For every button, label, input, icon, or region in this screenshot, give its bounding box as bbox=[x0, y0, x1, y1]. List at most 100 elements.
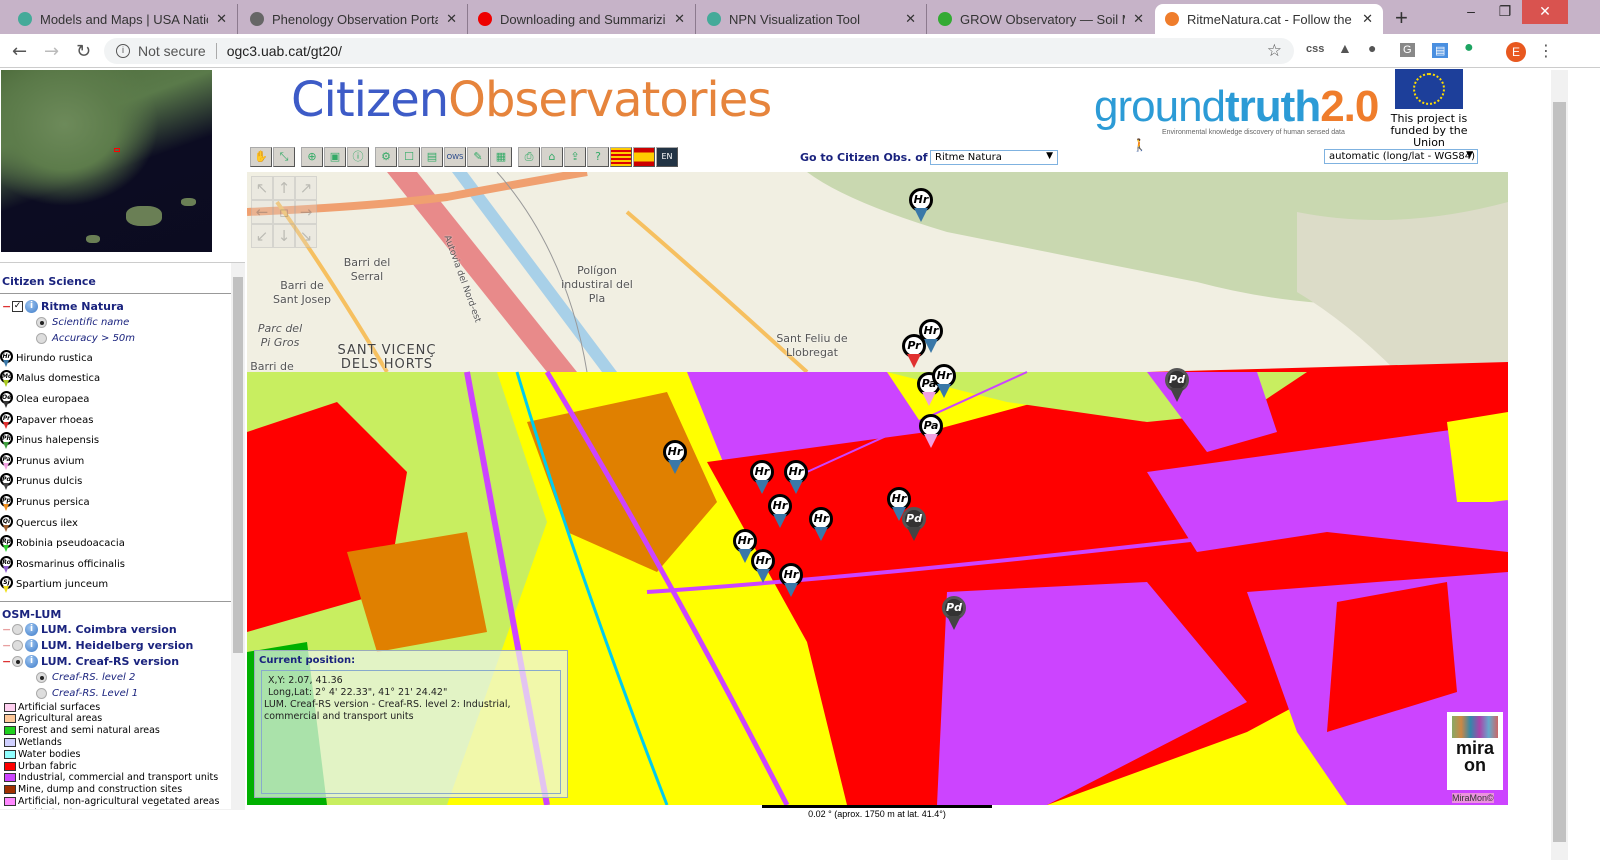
radio-button[interactable] bbox=[12, 639, 23, 651]
url-input[interactable]: i Not secure ogc3.uab.cat/gt20/ ☆ bbox=[104, 38, 1294, 64]
observation-marker[interactable]: Hr bbox=[779, 563, 803, 597]
lang-catalan-button[interactable]: CA bbox=[610, 147, 632, 167]
tab-close-icon[interactable]: ✕ bbox=[216, 11, 227, 27]
tab-close-icon[interactable]: ✕ bbox=[1133, 11, 1144, 27]
observation-marker[interactable]: Pd bbox=[1165, 368, 1189, 402]
back-icon[interactable]: ← bbox=[12, 41, 27, 62]
print-button[interactable]: ⎙ bbox=[518, 147, 540, 167]
query-info-button[interactable]: ⓘ bbox=[347, 147, 369, 167]
browser-tab[interactable]: Phenology Observation Porta ✕ bbox=[240, 4, 468, 34]
pan-n-icon[interactable]: ↑ bbox=[273, 176, 295, 200]
collapse-icon[interactable]: − bbox=[2, 639, 12, 652]
info-icon[interactable]: i bbox=[25, 654, 38, 668]
panel-scrollbar[interactable] bbox=[231, 263, 245, 810]
info-icon[interactable]: i bbox=[25, 299, 38, 313]
zoom-in-window-button[interactable]: ⊕ bbox=[301, 147, 323, 167]
window-close-button[interactable]: ✕ bbox=[1522, 0, 1568, 24]
overview-map[interactable] bbox=[1, 70, 212, 252]
menu-icon[interactable]: ⋮ bbox=[1538, 41, 1554, 60]
layer-checkbox[interactable]: ✓ bbox=[12, 300, 23, 312]
browser-tab[interactable]: Models and Maps | USA Natio ✕ bbox=[8, 4, 238, 34]
hangouts-extension-icon[interactable]: ● bbox=[1464, 39, 1474, 57]
pan-hand-button[interactable]: ✋ bbox=[250, 147, 272, 167]
g-extension-icon[interactable]: G bbox=[1400, 43, 1415, 57]
scroll-thumb[interactable] bbox=[1553, 102, 1566, 842]
observation-marker[interactable]: Pa bbox=[919, 414, 943, 448]
observation-marker[interactable]: Pd bbox=[942, 596, 966, 630]
observation-marker[interactable]: Pd bbox=[902, 507, 926, 541]
map-credit[interactable]: MiraMon© bbox=[1452, 793, 1494, 803]
current-position-panel[interactable]: Current position: X,Y: 2.07, 41.36 Long,… bbox=[254, 650, 568, 798]
scroll-thumb[interactable] bbox=[233, 277, 243, 653]
lum-layer-item[interactable]: − i LUM. Coimbra version bbox=[0, 621, 231, 637]
observation-marker[interactable]: Hr bbox=[768, 494, 792, 528]
layer-ritme-natura[interactable]: Ritme Natura bbox=[41, 300, 124, 313]
share-button[interactable]: ⇪ bbox=[564, 147, 586, 167]
groundtruth-logo[interactable]: groundtruth2.0 bbox=[1094, 82, 1379, 132]
info-icon[interactable]: i bbox=[116, 44, 130, 58]
radio-button[interactable] bbox=[36, 671, 47, 683]
lum-layer-item[interactable]: − i LUM. Creaf-RS version bbox=[0, 653, 231, 669]
reload-icon[interactable]: ↻ bbox=[76, 41, 91, 62]
observation-marker[interactable]: Hr bbox=[932, 364, 956, 398]
radio-button[interactable] bbox=[12, 655, 23, 667]
lang-spanish-button[interactable]: ES bbox=[633, 147, 655, 167]
page-scrollbar[interactable] bbox=[1551, 70, 1568, 860]
add-layer-button[interactable]: ✎ bbox=[467, 147, 489, 167]
info-icon[interactable]: i bbox=[25, 622, 38, 636]
radio-button[interactable] bbox=[36, 687, 47, 699]
info-icon[interactable]: i bbox=[25, 638, 38, 652]
tab-close-icon[interactable]: ✕ bbox=[446, 11, 457, 27]
new-tab-button[interactable]: + bbox=[1395, 5, 1408, 31]
bookmark-star-icon[interactable]: ☆ bbox=[1267, 41, 1282, 61]
pan-center-icon[interactable]: ▫ bbox=[273, 200, 295, 224]
tab-close-icon[interactable]: ✕ bbox=[674, 11, 685, 27]
opera-extension-icon[interactable]: ● bbox=[1368, 40, 1376, 56]
option-accuracy[interactable]: Accuracy > 50m bbox=[0, 330, 231, 346]
minimize-button[interactable]: – bbox=[1456, 0, 1486, 24]
collapse-icon[interactable]: − bbox=[2, 623, 12, 636]
observation-marker[interactable]: Hr bbox=[809, 507, 833, 541]
profile-avatar[interactable]: E bbox=[1506, 42, 1526, 62]
pan-se-icon[interactable]: ↘ bbox=[295, 224, 317, 248]
creaf-option[interactable]: Creaf-RS. level 2 bbox=[0, 669, 231, 685]
lum-layer-item[interactable]: − i LUM. Heidelberg version bbox=[0, 637, 231, 653]
observation-marker[interactable]: Hr bbox=[909, 188, 933, 222]
tab-extension-icon[interactable]: ▤ bbox=[1432, 43, 1449, 58]
pan-e-icon[interactable]: → bbox=[295, 200, 317, 224]
zoom-extent-button[interactable]: ⤡ bbox=[273, 147, 295, 167]
drive-extension-icon[interactable]: ▲ bbox=[1338, 40, 1352, 56]
tab-close-icon[interactable]: ✕ bbox=[1362, 11, 1373, 27]
settings-button[interactable]: ⚙ bbox=[375, 147, 397, 167]
new-window-button[interactable]: ☐ bbox=[398, 147, 420, 167]
home-button[interactable]: ⌂ bbox=[541, 147, 563, 167]
observation-marker[interactable]: Hr bbox=[919, 319, 943, 353]
observation-marker[interactable]: Hr bbox=[751, 549, 775, 583]
lang-english-button[interactable]: EN bbox=[656, 147, 678, 167]
zoom-map-button[interactable]: ▣ bbox=[324, 147, 346, 167]
map-navigation-pad[interactable]: ↖ ↑ ↗ ← ▫ → ↙ ↓ ↘ bbox=[251, 176, 317, 248]
tab-close-icon[interactable]: ✕ bbox=[905, 11, 916, 27]
browser-tab[interactable]: GROW Observatory — Soil M ✕ bbox=[928, 4, 1154, 34]
url-text[interactable]: ogc3.uab.cat/gt20/ bbox=[227, 43, 342, 59]
help-button[interactable]: ? bbox=[587, 147, 609, 167]
browser-tab[interactable]: RitmeNatura.cat - Follow the ✕ bbox=[1155, 4, 1383, 34]
browser-tab[interactable]: Downloading and Summarizin ✕ bbox=[468, 4, 696, 34]
collapse-icon[interactable]: − bbox=[2, 655, 12, 668]
option-scientific-name[interactable]: Scientific name bbox=[0, 314, 231, 330]
pan-w-icon[interactable]: ← bbox=[251, 200, 273, 224]
restore-button[interactable]: ❐ bbox=[1490, 0, 1520, 24]
collapse-icon[interactable]: − bbox=[2, 300, 12, 313]
crs-select[interactable]: automatic (long/lat - WGS84) ▼ bbox=[1324, 149, 1478, 164]
pan-s-icon[interactable]: ↓ bbox=[273, 224, 295, 248]
miramon-logo[interactable]: mira on bbox=[1447, 712, 1503, 790]
pan-sw-icon[interactable]: ↙ bbox=[251, 224, 273, 248]
pan-ne-icon[interactable]: ↗ bbox=[295, 176, 317, 200]
layers-link-button[interactable]: ▤ bbox=[421, 147, 443, 167]
panel-h-scrollbar[interactable] bbox=[0, 809, 231, 810]
pan-nw-icon[interactable]: ↖ bbox=[251, 176, 273, 200]
observation-marker[interactable]: Hr bbox=[663, 440, 687, 474]
ows-link-button[interactable]: OWS bbox=[444, 147, 466, 167]
observation-marker[interactable]: Hr bbox=[750, 460, 774, 494]
creaf-option[interactable]: Creaf-RS. Level 1 bbox=[0, 685, 231, 701]
